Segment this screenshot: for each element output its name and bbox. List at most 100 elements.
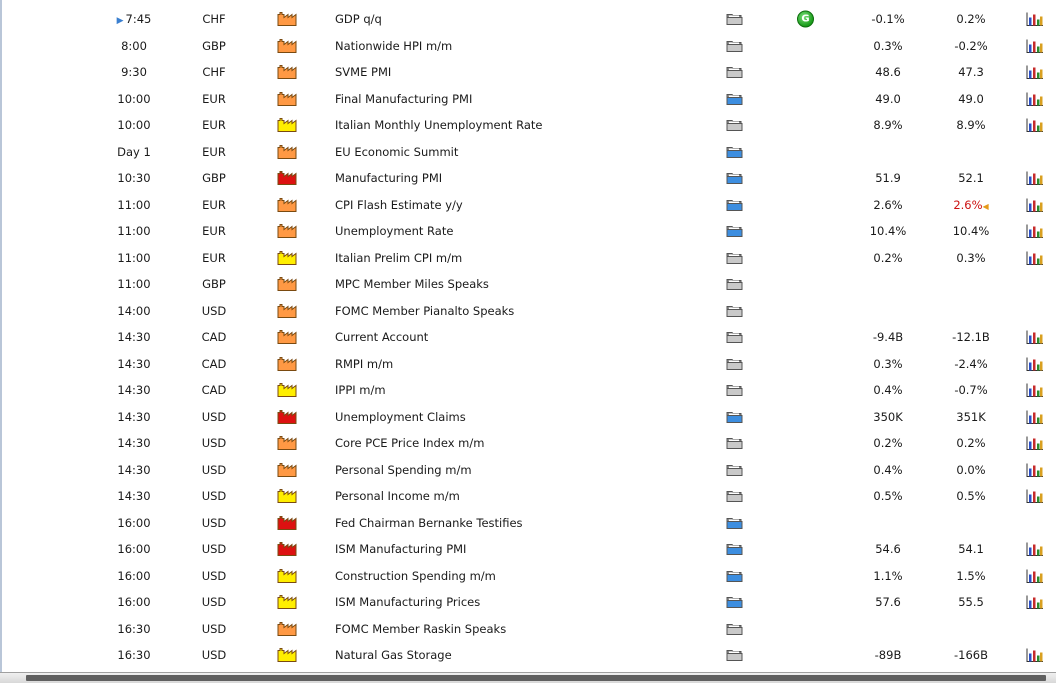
actual-value: -89B	[874, 648, 902, 663]
history-chart-icon[interactable]	[1026, 171, 1044, 186]
event-title[interactable]: Personal Spending m/m	[335, 463, 472, 477]
event-title[interactable]: SVME PMI	[335, 65, 391, 79]
event-time: 14:30	[117, 489, 151, 504]
history-chart-icon[interactable]	[1026, 12, 1044, 27]
event-time: 16:30	[117, 648, 151, 663]
forecast-value: -166B	[954, 648, 988, 663]
history-chart-icon[interactable]	[1026, 356, 1044, 371]
history-chart-icon[interactable]	[1026, 595, 1044, 610]
graph-badge-icon[interactable]: G	[797, 10, 814, 28]
history-chart-icon[interactable]	[1026, 91, 1044, 106]
event-title[interactable]: FOMC Member Raskin Speaks	[335, 622, 506, 636]
detail-folder-icon[interactable]	[726, 569, 743, 582]
detail-folder-icon[interactable]	[726, 622, 743, 635]
impact-low-icon	[277, 648, 298, 663]
event-title[interactable]: Unemployment Claims	[335, 410, 466, 424]
forecast-value: 0.5%	[956, 489, 986, 504]
history-chart-icon[interactable]	[1026, 648, 1044, 663]
table-row: Day 1 EUR EU Economic Summit	[2, 139, 1056, 166]
history-chart-icon[interactable]	[1026, 542, 1044, 557]
history-chart-icon[interactable]	[1026, 38, 1044, 53]
event-title[interactable]: ISM Manufacturing Prices	[335, 595, 480, 609]
actual-value: 57.6	[875, 595, 901, 610]
detail-folder-icon[interactable]	[726, 145, 743, 158]
history-chart-icon[interactable]	[1026, 489, 1044, 504]
event-time: 14:30	[117, 356, 151, 371]
event-title[interactable]: Nationwide HPI m/m	[335, 39, 452, 53]
current-row-arrow-icon: ▶	[116, 16, 124, 27]
event-title[interactable]: EU Economic Summit	[335, 145, 458, 159]
history-chart-icon[interactable]	[1026, 568, 1044, 583]
detail-folder-icon[interactable]	[726, 596, 743, 609]
detail-folder-icon[interactable]	[726, 357, 743, 370]
detail-folder-icon[interactable]	[726, 304, 743, 317]
event-currency: GBP	[202, 277, 226, 292]
forecast-value: 0.0%	[956, 462, 986, 477]
detail-folder-icon[interactable]	[726, 384, 743, 397]
event-time: 11:00	[117, 250, 151, 265]
actual-value: 0.3%	[873, 38, 903, 53]
event-title[interactable]: Final Manufacturing PMI	[335, 92, 472, 106]
detail-folder-icon[interactable]	[726, 410, 743, 423]
history-chart-icon[interactable]	[1026, 118, 1044, 133]
table-row: 14:30 USD Core PCE Price Index m/m 0.2% 0.2%	[2, 430, 1056, 457]
history-chart-icon[interactable]	[1026, 436, 1044, 451]
impact-low-icon	[277, 568, 298, 583]
event-title[interactable]: GDP q/q	[335, 12, 382, 26]
event-title[interactable]: Construction Spending m/m	[335, 569, 496, 583]
table-row: 16:00 USD Construction Spending m/m 1.1% 1.5…	[2, 563, 1056, 590]
detail-folder-icon[interactable]	[726, 251, 743, 264]
history-chart-icon[interactable]	[1026, 197, 1044, 212]
detail-folder-icon[interactable]	[726, 490, 743, 503]
history-chart-icon[interactable]	[1026, 65, 1044, 80]
detail-folder-icon[interactable]	[726, 13, 743, 26]
event-currency: EUR	[202, 250, 226, 265]
table-row: 16:00 USD ISM Manufacturing Prices 57.6 55.5	[2, 589, 1056, 616]
impact-medium-icon	[277, 38, 298, 53]
event-title[interactable]: FOMC Member Pianalto Speaks	[335, 304, 514, 318]
detail-folder-icon[interactable]	[726, 463, 743, 476]
detail-folder-icon[interactable]	[726, 437, 743, 450]
impact-medium-icon	[277, 330, 298, 345]
event-title[interactable]: RMPI m/m	[335, 357, 393, 371]
detail-folder-icon[interactable]	[726, 172, 743, 185]
detail-folder-icon[interactable]	[726, 225, 743, 238]
horizontal-scrollbar[interactable]	[0, 672, 1056, 683]
forecast-value: -0.7%	[954, 383, 988, 398]
history-chart-icon[interactable]	[1026, 383, 1044, 398]
event-title[interactable]: Fed Chairman Bernanke Testifies	[335, 516, 523, 530]
history-chart-icon[interactable]	[1026, 330, 1044, 345]
event-title[interactable]: Italian Prelim CPI m/m	[335, 251, 462, 265]
detail-folder-icon[interactable]	[726, 331, 743, 344]
event-title[interactable]: Unemployment Rate	[335, 224, 453, 238]
detail-folder-icon[interactable]	[726, 649, 743, 662]
actual-value: 0.4%	[873, 462, 903, 477]
detail-folder-icon[interactable]	[726, 119, 743, 132]
event-time: 10:00	[117, 91, 151, 106]
detail-folder-icon[interactable]	[726, 543, 743, 556]
event-title[interactable]: MPC Member Miles Speaks	[335, 277, 489, 291]
event-currency: USD	[201, 436, 227, 451]
detail-folder-icon[interactable]	[726, 66, 743, 79]
history-chart-icon[interactable]	[1026, 224, 1044, 239]
event-title[interactable]: Current Account	[335, 330, 428, 344]
actual-value: -9.4B	[872, 330, 904, 345]
event-time: 16:00	[117, 568, 151, 583]
event-title[interactable]: Manufacturing PMI	[335, 171, 442, 185]
detail-folder-icon[interactable]	[726, 92, 743, 105]
detail-folder-icon[interactable]	[726, 198, 743, 211]
event-title[interactable]: Core PCE Price Index m/m	[335, 436, 484, 450]
scrollbar-thumb[interactable]	[26, 675, 1046, 681]
history-chart-icon[interactable]	[1026, 409, 1044, 424]
event-title[interactable]: Italian Monthly Unemployment Rate	[335, 118, 542, 132]
history-chart-icon[interactable]	[1026, 462, 1044, 477]
event-title[interactable]: Natural Gas Storage	[335, 648, 452, 662]
detail-folder-icon[interactable]	[726, 39, 743, 52]
event-title[interactable]: IPPI m/m	[335, 383, 386, 397]
event-title[interactable]: CPI Flash Estimate y/y	[335, 198, 463, 212]
history-chart-icon[interactable]	[1026, 250, 1044, 265]
detail-folder-icon[interactable]	[726, 278, 743, 291]
detail-folder-icon[interactable]	[726, 516, 743, 529]
event-title[interactable]: ISM Manufacturing PMI	[335, 542, 466, 556]
event-title[interactable]: Personal Income m/m	[335, 489, 460, 503]
